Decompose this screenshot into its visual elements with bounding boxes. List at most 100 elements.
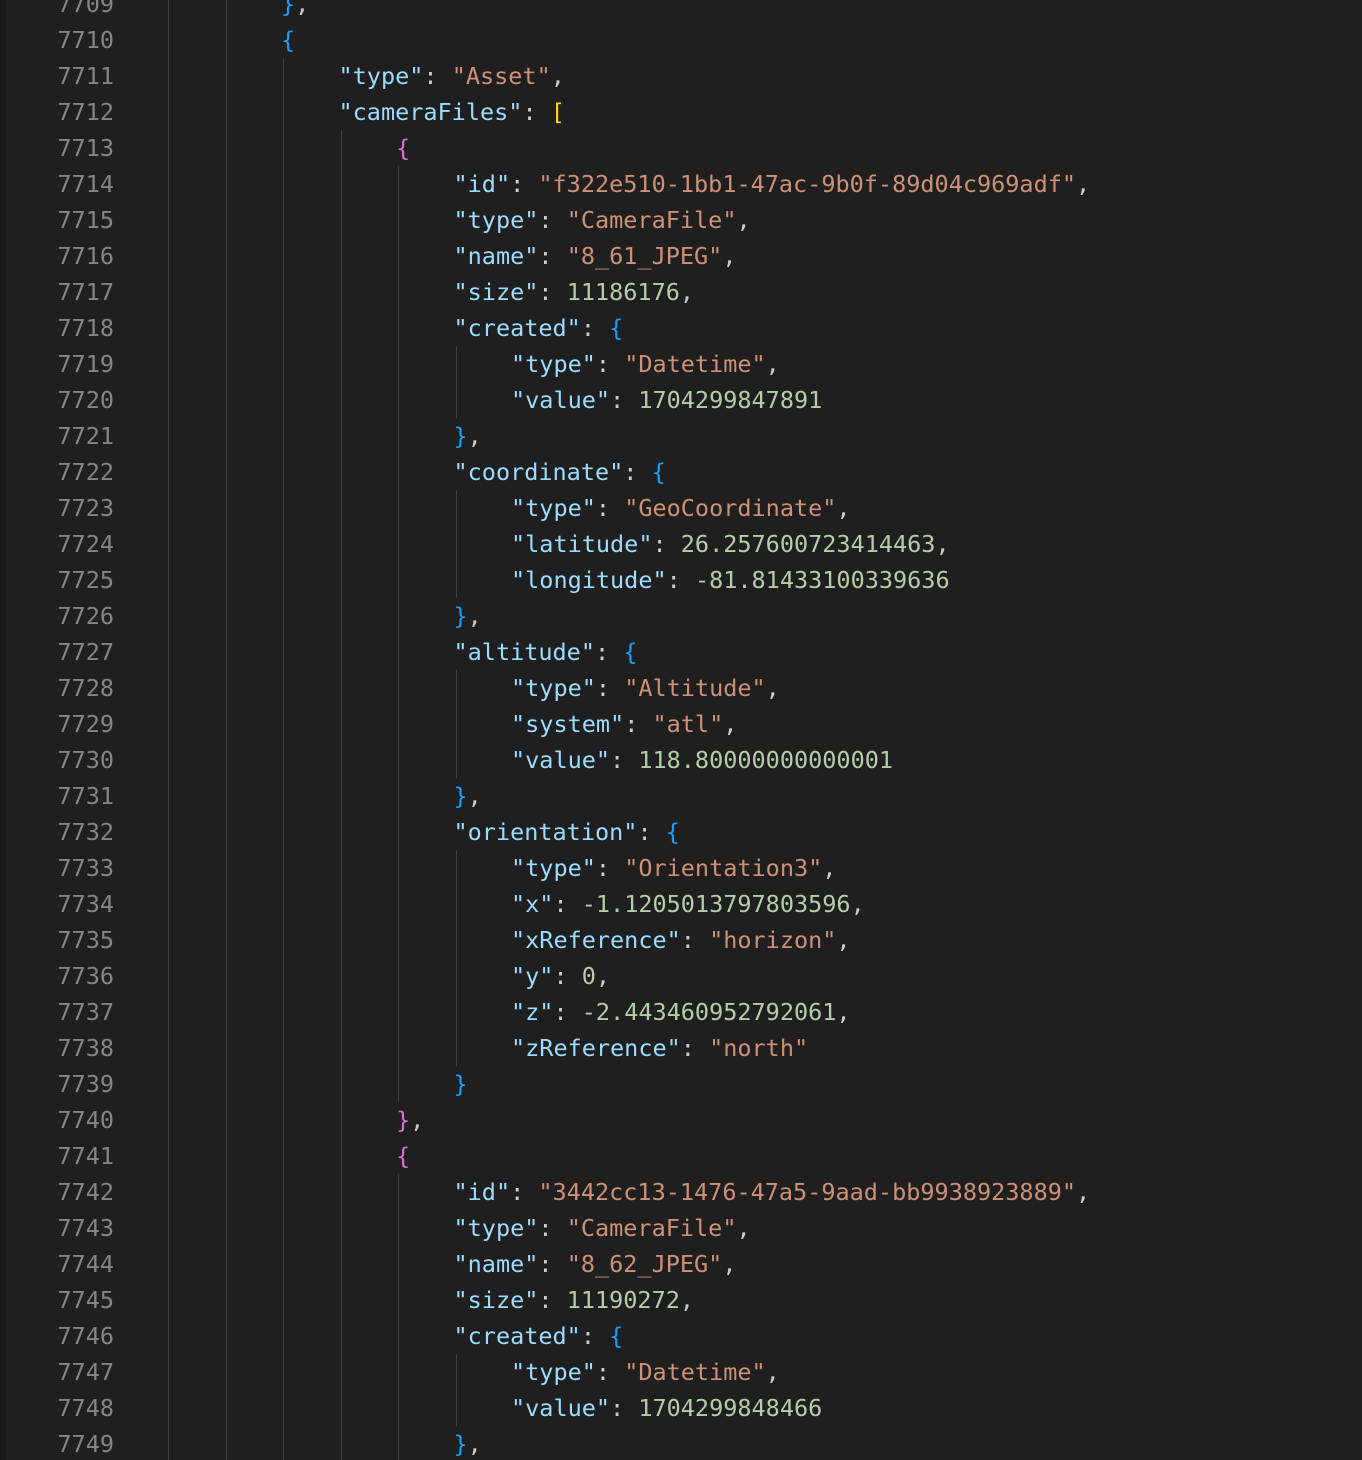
code-line[interactable]: 7726}, [0,598,1362,634]
code-token: : [538,278,567,306]
code-line[interactable]: 7711 "type": "Asset", [0,58,1362,94]
code-line[interactable]: 7722 "coordinate": { [0,454,1362,490]
code-line[interactable]: 7725 "longitude": -81.81433100339636 [0,562,1362,598]
code-token: "Asset" [451,62,551,90]
code-token: "value" [511,746,611,774]
line-number: 7710 [57,26,114,54]
indent-guide [168,1390,169,1426]
code-token: , [736,1214,751,1242]
indent-guide [283,1246,284,1282]
indent-guide [283,778,284,814]
code-text: "zReference": "north" [511,1030,808,1066]
indent-guide [340,1138,342,1174]
code-token: : [623,458,652,486]
indent-guide [225,0,227,22]
code-token: : [652,530,681,558]
code-line[interactable]: 7709}, [0,0,1362,22]
code-line[interactable]: 7746 "created": { [0,1318,1362,1354]
code-line[interactable]: 7719 "type": "Datetime", [0,346,1362,382]
code-line[interactable]: 7733 "type": "Orientation3", [0,850,1362,886]
indent-guide [168,634,169,670]
code-line[interactable]: 7718 "created": { [0,310,1362,346]
indent-guide [283,1390,284,1426]
code-token: "type" [511,1358,596,1386]
code-line[interactable]: 7737 "z": -2.443460952792061, [0,994,1362,1030]
code-token: : [538,1214,567,1242]
code-token: "name" [453,1250,539,1278]
indent-guide [225,454,227,490]
code-line[interactable]: 7740}, [0,1102,1362,1138]
code-line[interactable]: 7743 "type": "CameraFile", [0,1210,1362,1246]
code-token: , [822,854,837,882]
code-line[interactable]: 7716 "name": "8_61_JPEG", [0,238,1362,274]
code-line[interactable]: 7729 "system": "atl", [0,706,1362,742]
indent-guide [283,598,284,634]
code-line[interactable]: 7739} [0,1066,1362,1102]
indent-guide [455,1354,457,1390]
line-number: 7729 [57,710,114,738]
code-line[interactable]: 7738 "zReference": "north" [0,1030,1362,1066]
indent-guide [398,202,399,238]
code-token: "id" [453,170,511,198]
indent-guide [398,238,399,274]
code-line[interactable]: 7710 { [0,22,1362,58]
code-token: , [295,0,310,18]
code-token: : [637,818,666,846]
indent-guide [168,562,169,598]
code-token: "zReference" [511,1034,681,1062]
code-text: "cameraFiles": [ [339,94,565,130]
code-token: : [610,1394,639,1422]
indent-guide [283,526,284,562]
code-lines[interactable]: 7709}, 7710 {7711 "type": "Asset", 7712 "came… [0,0,1362,1460]
code-line[interactable]: 7731}, [0,778,1362,814]
code-line[interactable]: 7744 "name": "8_62_JPEG", [0,1246,1362,1282]
code-line[interactable]: 7717 "size": 11186176, [0,274,1362,310]
code-token: , [836,494,851,522]
indent-guide [283,94,284,130]
code-token: "3442cc13-1476-47a5-9aad-bb9938923889" [538,1178,1077,1206]
code-text: { [396,130,410,166]
line-number: 7720 [57,386,114,414]
code-text: }, [454,778,482,814]
code-text: "xReference": "horizon", [511,922,851,958]
code-line[interactable]: 7735 "xReference": "horizon", [0,922,1362,958]
code-text: "created": { [454,310,624,346]
code-line[interactable]: 7747 "type": "Datetime", [0,1354,1362,1390]
indent-guide [225,994,227,1030]
indent-guide [283,346,284,382]
indent-guide [283,886,284,922]
code-line[interactable]: 7721}, [0,418,1362,454]
code-line[interactable]: 7724 "latitude": 26.257600723414463, [0,526,1362,562]
code-editor[interactable]: 7709}, 7710 {7711 "type": "Asset", 7712 "came… [0,0,1362,1460]
code-token: "cameraFiles" [338,98,523,126]
indent-guide [168,922,169,958]
indent-guide [225,94,227,130]
code-line[interactable]: 7727 "altitude": { [0,634,1362,670]
code-line[interactable]: 7714 "id": "f322e510-1bb1-47ac-9b0f-89d04… [0,166,1362,202]
code-line[interactable]: 7745 "size": 11190272, [0,1282,1362,1318]
code-line[interactable]: 7715 "type": "CameraFile", [0,202,1362,238]
code-line[interactable]: 7713 { [0,130,1362,166]
code-line[interactable]: 7712 "cameraFiles": [ [0,94,1362,130]
code-text: "name": "8_61_JPEG", [454,238,737,274]
code-line[interactable]: 7749}, [0,1426,1362,1460]
indent-guide [340,922,342,958]
code-line[interactable]: 7723 "type": "GeoCoordinate", [0,490,1362,526]
code-line[interactable]: 7742 "id": "3442cc13-1476-47a5-9aad-bb993… [0,1174,1362,1210]
code-token: "Datetime" [624,350,766,378]
code-text: "size": 11186176, [454,274,695,310]
code-line[interactable]: 7728 "type": "Altitude", [0,670,1362,706]
indent-guide [168,742,169,778]
code-line[interactable]: 7720 "value": 1704299847891 [0,382,1362,418]
code-line[interactable]: 7736 "y": 0, [0,958,1362,994]
code-text: "type": "CameraFile", [454,202,751,238]
indent-guide [398,670,399,706]
indent-guide [225,382,227,418]
indent-guide [398,1066,399,1102]
code-line[interactable]: 7732 "orientation": { [0,814,1362,850]
code-line[interactable]: 7730 "value": 118.80000000000001 [0,742,1362,778]
indent-guide [168,0,169,22]
code-line[interactable]: 7734 "x": -1.1205013797803596, [0,886,1362,922]
code-line[interactable]: 7748 "value": 1704299848466 [0,1390,1362,1426]
code-line[interactable]: 7741 { [0,1138,1362,1174]
